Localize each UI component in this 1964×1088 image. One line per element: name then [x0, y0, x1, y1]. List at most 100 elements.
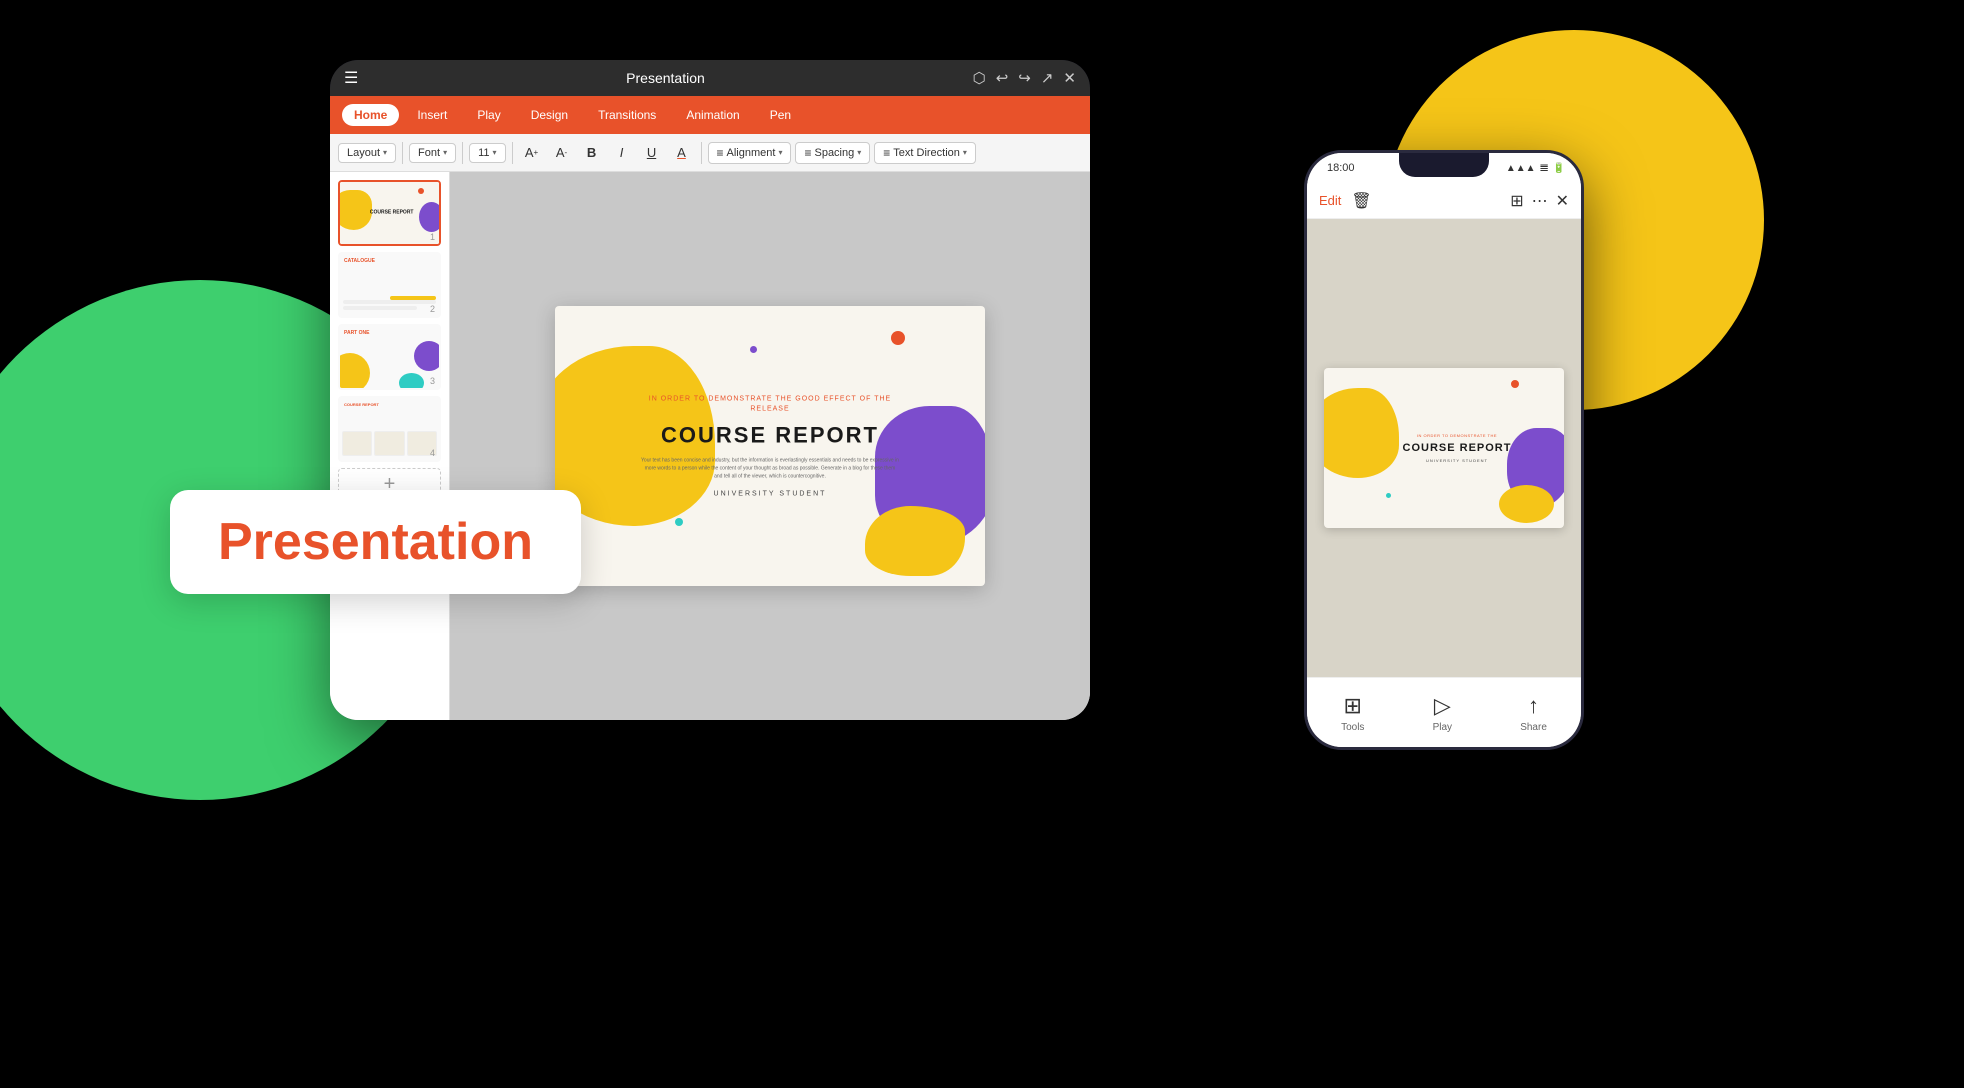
phone-tools-button[interactable]: ⊞ Tools — [1341, 693, 1364, 733]
slide-2-preview: CATALOGUE — [340, 254, 439, 316]
toolbar-divider-2 — [462, 142, 463, 164]
tablet-title: Presentation — [626, 70, 705, 86]
font-button[interactable]: Font ▾ — [409, 143, 456, 163]
underline-button[interactable]: U — [639, 141, 665, 165]
phone-grid-icon[interactable]: ⊞ — [1510, 191, 1523, 211]
phone-slide-author: UNIVERSITY STUDENT — [1392, 458, 1522, 463]
tab-transitions[interactable]: Transitions — [586, 104, 668, 126]
thumb-4-label: COURSE REPORT — [344, 402, 379, 407]
phone-main-slide: IN ORDER TO DEMONSTRATE THE COURSE REPOR… — [1324, 368, 1564, 528]
slide-4-preview: COURSE REPORT — [340, 398, 439, 460]
thumb-2-line — [343, 300, 436, 304]
phone-battery-icon: 🔋 — [1553, 163, 1565, 174]
share-icon[interactable]: ↗ — [1041, 69, 1054, 87]
slide-panel: COURSE REPORT 1 CATALOGUE — [330, 172, 450, 720]
phone-close-icon[interactable]: ✕ — [1556, 191, 1569, 211]
tablet-title-bar: ☰ Presentation ⬡ ↩ ↪ ↗ ✕ — [330, 60, 1090, 96]
thumb-2-label: CATALOGUE — [344, 258, 375, 264]
italic-button[interactable]: I — [609, 141, 635, 165]
tab-play[interactable]: Play — [465, 104, 512, 126]
slide-4-number: 4 — [430, 448, 435, 458]
text-direction-arrow-icon: ▾ — [963, 148, 967, 157]
phone-toolbar-left: Edit 🗑 — [1319, 191, 1372, 211]
phone-bottom-bar: ⊞ Tools ▷ Play ↑ Share — [1307, 677, 1581, 747]
phone-blob-yellow-2 — [1499, 485, 1554, 523]
thumb-2-shape — [390, 296, 437, 300]
tab-pen[interactable]: Pen — [758, 104, 803, 126]
phone-toolbar: Edit 🗑 ⊞ ⋯ ✕ — [1307, 183, 1581, 219]
thumb-3-label: PART ONE — [344, 330, 369, 336]
phone-dot-teal — [1386, 493, 1391, 498]
phone-more-icon[interactable]: ⋯ — [1532, 191, 1548, 211]
slide-1-number: 1 — [430, 232, 435, 242]
phone-delete-icon[interactable]: 🗑 — [1351, 191, 1371, 211]
thumb-3-shape-yellow — [340, 353, 370, 388]
spacing-button[interactable]: ≡ Spacing ▾ — [795, 142, 870, 164]
thumb-2-content — [343, 300, 436, 310]
tab-home[interactable]: Home — [342, 104, 399, 126]
size-arrow-icon: ▾ — [493, 148, 497, 157]
layout-arrow-icon: ▾ — [383, 148, 387, 157]
phone-edit-button[interactable]: Edit — [1319, 193, 1341, 208]
fullscreen-icon[interactable]: ⬡ — [973, 69, 986, 87]
thumb-dot-orange-1 — [418, 188, 424, 194]
tab-animation[interactable]: Animation — [674, 104, 751, 126]
slide-subtitle-top: IN ORDER TO DEMONSTRATE THE GOOD EFFECT … — [640, 395, 900, 415]
phone-share-button[interactable]: ↑ Share — [1520, 693, 1547, 733]
alignment-button[interactable]: ≡ Alignment ▾ — [708, 142, 792, 164]
thumb-3-shape-purple — [414, 341, 439, 371]
share-label: Share — [1520, 722, 1547, 733]
slide-body-text: Your text has been concise and industry,… — [640, 456, 900, 480]
play-icon: ▷ — [1434, 693, 1451, 719]
formatting-toolbar: Layout ▾ Font ▾ 11 ▾ A+ A- B I U A ≡ Ali… — [330, 134, 1090, 172]
phone-blob-yellow — [1324, 388, 1399, 478]
tools-label: Tools — [1341, 722, 1364, 733]
presentation-label-card: Presentation — [170, 490, 581, 594]
main-slide: IN ORDER TO DEMONSTRATE THE GOOD EFFECT … — [555, 306, 985, 586]
phone-wifi-icon: 𝌆 — [1540, 163, 1549, 174]
phone-device: 18:00 ▲▲▲ 𝌆 🔋 Edit 🗑 ⊞ ⋯ ✕ — [1304, 150, 1584, 750]
thumb-4-cell — [374, 431, 404, 456]
slide-thumbnail-4[interactable]: COURSE REPORT 4 — [338, 396, 441, 462]
thumb-3-shape-teal — [399, 373, 424, 388]
increase-font-size-button[interactable]: A+ — [519, 141, 545, 165]
thumb-shape-purple-1 — [419, 202, 439, 232]
slide-text-content: IN ORDER TO DEMONSTRATE THE GOOD EFFECT … — [640, 395, 900, 498]
thumb-4-cell — [342, 431, 372, 456]
phone-screen: 18:00 ▲▲▲ 𝌆 🔋 Edit 🗑 ⊞ ⋯ ✕ — [1307, 153, 1581, 747]
layout-button[interactable]: Layout ▾ — [338, 143, 396, 163]
tab-design[interactable]: Design — [519, 104, 580, 126]
close-icon[interactable]: ✕ — [1063, 69, 1076, 87]
spacing-arrow-icon: ▾ — [857, 148, 861, 157]
undo-icon[interactable]: ↩ — [996, 69, 1009, 87]
font-arrow-icon: ▾ — [443, 148, 447, 157]
slide-3-number: 3 — [430, 376, 435, 386]
main-content-area: COURSE REPORT 1 CATALOGUE — [330, 172, 1090, 720]
font-size-button[interactable]: 11 ▾ — [469, 143, 505, 163]
phone-slide-text: IN ORDER TO DEMONSTRATE THE COURSE REPOR… — [1392, 433, 1522, 463]
phone-play-button[interactable]: ▷ Play — [1433, 693, 1452, 733]
menu-icon[interactable]: ☰ — [344, 68, 358, 88]
alignment-arrow-icon: ▾ — [778, 148, 782, 157]
slide-thumbnail-2[interactable]: CATALOGUE 2 — [338, 252, 441, 318]
slide-2-number: 2 — [430, 304, 435, 314]
phone-notch — [1399, 153, 1489, 177]
phone-slide-area[interactable]: IN ORDER TO DEMONSTRATE THE COURSE REPOR… — [1307, 219, 1581, 677]
text-direction-button[interactable]: ≡ Text Direction ▾ — [874, 142, 976, 164]
slide-thumbnail-3[interactable]: PART ONE 3 — [338, 324, 441, 390]
font-color-button[interactable]: A — [669, 141, 695, 165]
slide-thumbnail-1[interactable]: COURSE REPORT 1 — [338, 180, 441, 246]
tablet-title-icons: ⬡ ↩ ↪ ↗ ✕ — [973, 69, 1076, 87]
phone-dot-orange — [1511, 380, 1519, 388]
redo-icon[interactable]: ↪ — [1018, 69, 1031, 87]
slide-dot-orange — [891, 331, 905, 345]
decrease-font-size-button[interactable]: A- — [549, 141, 575, 165]
tools-icon: ⊞ — [1344, 693, 1362, 719]
toolbar-divider-4 — [701, 142, 702, 164]
bold-button[interactable]: B — [579, 141, 605, 165]
slide-author: UNIVERSITY STUDENT — [640, 490, 900, 497]
slide-canvas-area[interactable]: IN ORDER TO DEMONSTRATE THE GOOD EFFECT … — [450, 172, 1090, 720]
slide-1-preview: COURSE REPORT — [340, 182, 439, 244]
slide-dot-teal — [675, 518, 683, 526]
tab-insert[interactable]: Insert — [405, 104, 459, 126]
